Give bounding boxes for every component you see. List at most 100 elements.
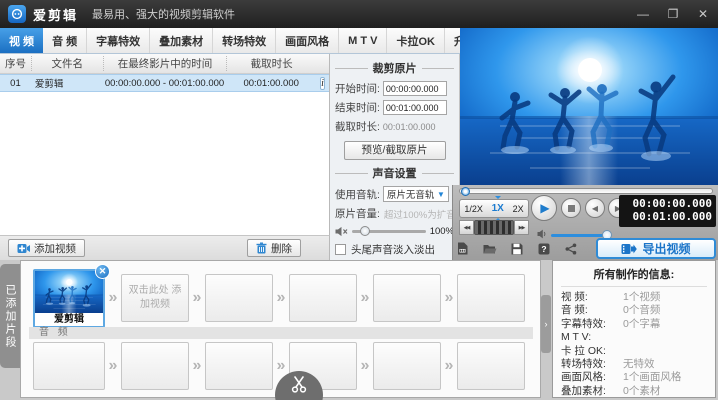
volume-slider-knob[interactable]	[360, 226, 370, 236]
jog-forward-button[interactable]: ▶▶	[514, 220, 529, 235]
info-value: 无特效	[623, 358, 655, 371]
chevron-separator: »	[441, 289, 457, 307]
chevron-separator: »	[273, 289, 289, 307]
seek-bar[interactable]	[459, 188, 713, 194]
added-clips-tab[interactable]: 已添加片段	[0, 264, 20, 368]
title-bar: 爱剪辑 最易用、强大的视频剪辑软件 — ❐ ✕	[0, 0, 718, 28]
delete-button[interactable]: 删除	[247, 239, 301, 257]
maximize-button[interactable]: ❐	[666, 7, 680, 21]
empty-clip-slot[interactable]	[289, 274, 357, 322]
chevron-separator: »	[189, 289, 205, 307]
add-video-label: 添加视频	[34, 241, 76, 256]
volume-hint: 超过100%为扩音	[384, 207, 456, 221]
clip-table-toolbar: 添加视频 删除	[0, 235, 330, 260]
clip-table: 序号 文件名 在最终影片中的时间 截取时长 01 爱剪辑 00:00:00.00…	[0, 54, 330, 235]
tab-overlay-material[interactable]: 叠加素材	[150, 28, 213, 53]
clip-info-icon[interactable]: i	[320, 77, 325, 90]
empty-audio-slot[interactable]	[33, 342, 105, 390]
start-time-input[interactable]	[383, 81, 447, 96]
open-folder-icon[interactable]	[482, 241, 497, 256]
prev-frame-button[interactable]: ◀	[585, 198, 605, 218]
panel-collapse-handle[interactable]: ›	[541, 295, 551, 353]
play-icon: ▶	[540, 201, 549, 215]
clip-close-icon[interactable]: ✕	[95, 264, 110, 279]
player-speaker-icon[interactable]	[537, 229, 548, 239]
share-icon[interactable]	[563, 241, 578, 256]
col-filename: 文件名	[31, 56, 103, 71]
timeline-clip[interactable]: 爱剪辑 ✕	[33, 269, 105, 328]
trash-icon	[256, 242, 267, 254]
empty-clip-slot[interactable]	[373, 274, 441, 322]
video-preview[interactable]	[460, 28, 718, 185]
info-value: 0个素材	[623, 385, 660, 398]
trim-section-title: 裁剪原片	[335, 60, 454, 76]
current-time: 00:00:00.000	[623, 197, 712, 210]
tab-mtv[interactable]: M T V	[339, 28, 387, 53]
col-index: 序号	[0, 56, 31, 71]
app-window: 爱剪辑 最易用、强大的视频剪辑软件 — ❐ ✕ 视 频 音 频 字幕特效 叠加素…	[0, 0, 718, 400]
audio-track-label: 使用音轨:	[335, 187, 380, 202]
stop-button[interactable]	[561, 198, 581, 218]
export-video-button[interactable]: 导出视频	[596, 238, 716, 259]
info-value: 1个画面风格	[623, 371, 681, 384]
volume-slider[interactable]	[352, 230, 426, 233]
tab-subtitle-fx[interactable]: 字幕特效	[87, 28, 150, 53]
info-label: M T V:	[561, 331, 623, 344]
minimize-button[interactable]: —	[636, 7, 650, 21]
tab-karaoke[interactable]: 卡拉OK	[387, 28, 445, 53]
video-track: 爱剪辑 ✕ » 双击此处 添加视频 » » » »	[33, 267, 525, 329]
jog-wheel[interactable]	[474, 220, 514, 235]
col-duration: 截取时长	[226, 56, 316, 71]
chevron-separator: »	[105, 357, 121, 375]
help-icon[interactable]: ?	[536, 241, 551, 256]
sound-section-title: 声音设置	[335, 165, 454, 181]
prev-frame-icon: ◀	[592, 204, 598, 213]
tab-video[interactable]: 视 频	[0, 28, 43, 53]
tab-transition-fx[interactable]: 转场特效	[213, 28, 276, 53]
info-panel-title: 所有制作的信息:	[561, 266, 707, 287]
timeline-section: 爱剪辑 ✕ » 双击此处 添加视频 » » » » 音 频 » »	[0, 260, 718, 400]
new-project-icon[interactable]	[455, 241, 470, 256]
empty-audio-slot[interactable]	[121, 342, 189, 390]
audio-track-select[interactable]: 原片无音轨 ▼	[383, 186, 449, 202]
speed-1x[interactable]: 1X	[492, 203, 504, 214]
speed-control[interactable]: 1/2X 1X 2X	[459, 199, 529, 218]
table-row[interactable]: 01 爱剪辑 00:00:00.000 - 00:01:00.000 00:01…	[0, 74, 329, 92]
app-tagline: 最易用、强大的视频剪辑软件	[92, 6, 235, 22]
close-button[interactable]: ✕	[696, 7, 710, 21]
jog-rewind-button[interactable]: ◀◀	[459, 220, 474, 235]
export-label: 导出视频	[642, 240, 690, 257]
mute-speaker-icon[interactable]	[335, 226, 348, 237]
add-clip-placeholder[interactable]: 双击此处 添加视频	[121, 274, 189, 322]
info-label: 卡 拉 OK:	[561, 345, 623, 358]
chevron-down-icon: ▼	[437, 190, 445, 199]
player-volume-slider[interactable]	[551, 234, 609, 237]
fade-checkbox[interactable]	[335, 244, 346, 255]
end-time-input[interactable]	[383, 100, 447, 115]
info-label: 画面风格:	[561, 371, 623, 384]
speed-2x[interactable]: 2X	[513, 204, 524, 214]
row-filename: 爱剪辑	[31, 76, 103, 90]
play-button[interactable]: ▶	[531, 195, 557, 221]
fade-label: 头尾声音淡入淡出	[351, 242, 435, 257]
export-icon	[621, 243, 637, 255]
chevron-separator: »	[105, 289, 121, 307]
time-display: 00:00:00.000 00:01:00.000	[619, 195, 716, 227]
empty-clip-slot[interactable]	[457, 274, 525, 322]
seek-knob[interactable]	[461, 187, 470, 196]
tab-audio[interactable]: 音 频	[43, 28, 87, 53]
production-info-panel: 所有制作的信息: 视 频:1个视频 音 频:0个音频 字幕特效:0个字幕 M T…	[552, 260, 716, 398]
empty-audio-slot[interactable]	[205, 342, 273, 390]
speed-half[interactable]: 1/2X	[464, 204, 483, 214]
stop-icon	[568, 205, 575, 212]
edit-panel: 裁剪原片 开始时间: 结束时间: 截取时长: 00:01:00.000 预览/截…	[330, 54, 460, 260]
empty-clip-slot[interactable]	[205, 274, 273, 322]
empty-audio-slot[interactable]	[373, 342, 441, 390]
tab-picture-style[interactable]: 画面风格	[276, 28, 339, 53]
preview-capture-button[interactable]: 预览/截取原片	[344, 141, 446, 160]
save-icon[interactable]	[509, 241, 524, 256]
scissors-icon	[290, 376, 308, 394]
add-video-button[interactable]: 添加视频	[8, 239, 85, 257]
empty-audio-slot[interactable]	[457, 342, 525, 390]
capture-duration-label: 截取时长:	[335, 119, 380, 134]
